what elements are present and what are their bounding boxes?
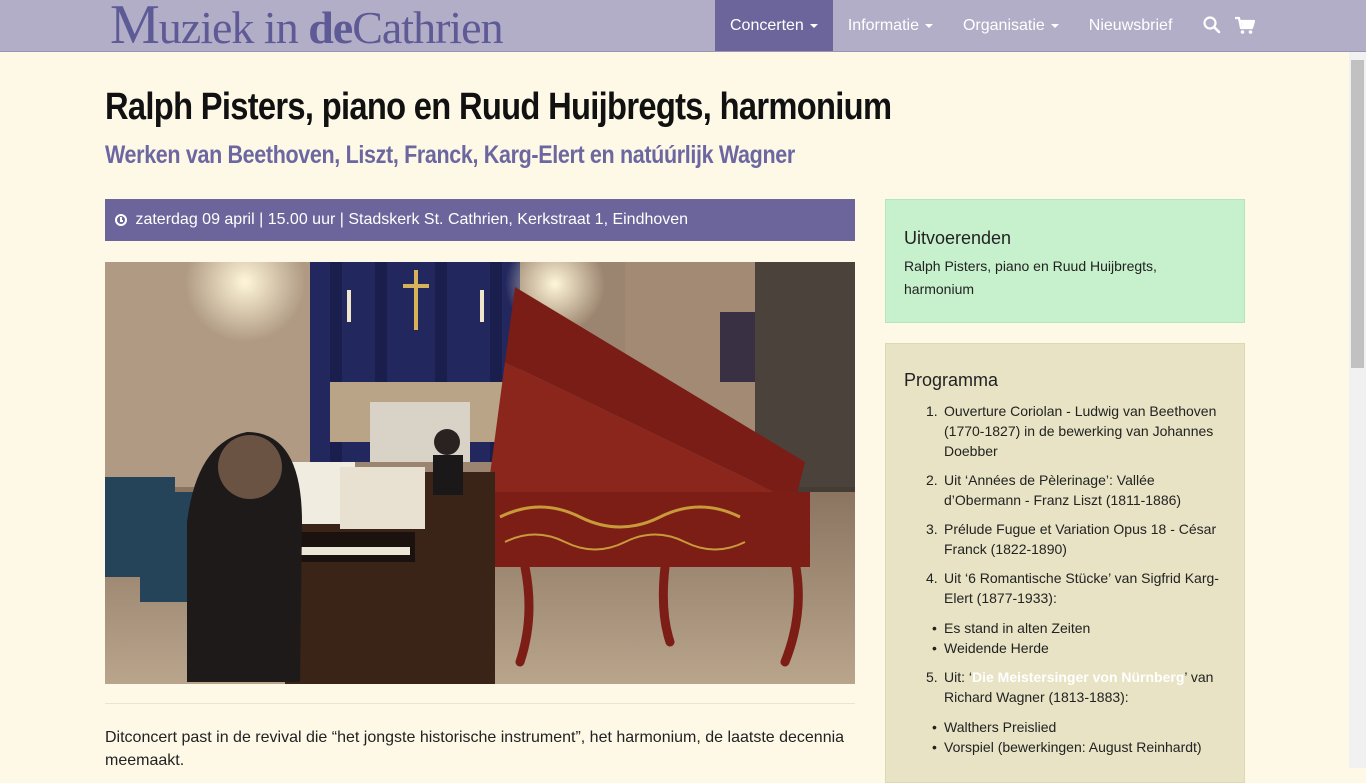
program-subitem: • Es stand in alten Zeiten xyxy=(904,618,1226,638)
top-navbar: Muziek in deCathrien Concerten Informati… xyxy=(0,0,1366,53)
concert-date-bar: zaterdag 09 april | 15.00 uur | Stadsker… xyxy=(105,199,855,241)
concert-photo xyxy=(105,262,855,684)
list-marker: 5. xyxy=(926,669,938,685)
logo-text-de: de xyxy=(308,2,353,53)
program-list: 1. Ouverture Coriolan - Ludwig van Beetho… xyxy=(904,401,1226,757)
program-item-text: Uit ‘Années de Pèlerinage’: Vallée d’Obe… xyxy=(944,472,1182,508)
program-item: 1. Ouverture Coriolan - Ludwig van Beetho… xyxy=(904,401,1226,461)
nav-item-informatie[interactable]: Informatie xyxy=(833,0,948,51)
program-item-text: Ouverture Coriolan - Ludwig van Beethove… xyxy=(944,403,1217,459)
caret-down-icon xyxy=(809,23,818,28)
logo-letter-m: M xyxy=(110,0,160,56)
intro-paragraph: Ditconcert past in de revival die “het j… xyxy=(105,729,845,769)
nav-item-concerten[interactable]: Concerten xyxy=(715,0,833,51)
search-icon[interactable] xyxy=(1202,15,1224,37)
program-item: 2. Uit ‘Années de Pèlerinage’: Vallée d’O… xyxy=(904,470,1226,510)
program-item: 4. Uit ‘6 Romantische Stücke’ van Sigfrid… xyxy=(904,568,1226,608)
list-marker: 1. xyxy=(926,403,938,419)
list-marker: 4. xyxy=(926,570,938,586)
performers-panel: Uitvoerenden Ralph Pisters, piano en Ruu… xyxy=(885,199,1245,323)
caret-down-icon xyxy=(1050,23,1059,28)
program-title: Programma xyxy=(904,370,999,390)
program-item: 3. Prélude Fugue et Variation Opus 18 - C… xyxy=(904,519,1226,559)
concert-date-text: zaterdag 09 april | 15.00 uur | Stadsker… xyxy=(135,211,689,228)
program-item: 5. Uit: ‘Die Meistersinger von Nürnberg’ … xyxy=(904,667,1226,707)
bullet-marker: • xyxy=(932,739,937,755)
program-subitem: • Vorspiel (bewerkingen: August Reinhardt… xyxy=(904,737,1226,757)
nav-item-label: Organisatie xyxy=(962,17,1045,34)
logo-text-in: in xyxy=(263,2,309,53)
program-item-text: Prélude Fugue et Variation Opus 18 - Cés… xyxy=(944,521,1217,557)
page-scrollbar[interactable] xyxy=(1349,52,1366,768)
meistersinger-link[interactable]: Die Meistersinger von Nürnberg xyxy=(972,669,1184,685)
performers-text: Ralph Pisters, piano en Ruud Huijbregts,… xyxy=(904,258,1157,297)
program-item-text: Walthers Preislied xyxy=(944,719,1057,735)
site-logo[interactable]: Muziek in deCathrien xyxy=(110,0,504,53)
program-subitem: • Weidende Herde xyxy=(904,638,1226,658)
program-item-text-before: Uit: ‘ xyxy=(944,669,972,685)
program-item-text: Es stand in alten Zeiten xyxy=(944,620,1091,636)
nav-menu: Concerten Informatie Organisatie Nieuwsb… xyxy=(715,0,1187,51)
page-title: Ralph Pisters, piano en Ruud Huijbregts,… xyxy=(105,86,892,128)
logo-text-uziek: uziek xyxy=(158,2,264,53)
list-marker: 2. xyxy=(926,472,938,488)
caret-down-icon xyxy=(924,23,933,28)
bullet-marker: • xyxy=(932,719,937,735)
program-item-text: Weidende Herde xyxy=(944,640,1049,656)
program-item-text: Vorspiel (bewerkingen: August Reinhardt) xyxy=(944,739,1202,755)
nav-item-label: Nieuwsbrief xyxy=(1088,17,1173,34)
cart-icon[interactable] xyxy=(1234,15,1256,37)
nav-item-label: Informatie xyxy=(847,17,919,34)
content-divider xyxy=(105,703,855,704)
page-subtitle: Werken van Beethoven, Liszt, Franck, Kar… xyxy=(105,141,795,169)
scrollbar-thumb[interactable] xyxy=(1351,60,1364,368)
nav-item-label: Concerten xyxy=(730,17,804,34)
list-marker: 3. xyxy=(926,521,938,537)
performers-title: Uitvoerenden xyxy=(904,228,1012,248)
program-panel: Programma 1. Ouverture Coriolan - Ludwig … xyxy=(885,343,1245,783)
program-item-text: Uit ‘6 Romantische Stücke’ van Sigfrid K… xyxy=(944,570,1219,606)
program-subitem: • Walthers Preislied xyxy=(904,717,1226,737)
bullet-marker: • xyxy=(932,620,937,636)
clock-icon xyxy=(115,214,127,226)
bullet-marker: • xyxy=(932,640,937,656)
logo-text-cathrien: Cathrien xyxy=(352,2,503,53)
nav-item-nieuwsbrief[interactable]: Nieuwsbrief xyxy=(1074,0,1188,51)
nav-item-organisatie[interactable]: Organisatie xyxy=(948,0,1074,51)
